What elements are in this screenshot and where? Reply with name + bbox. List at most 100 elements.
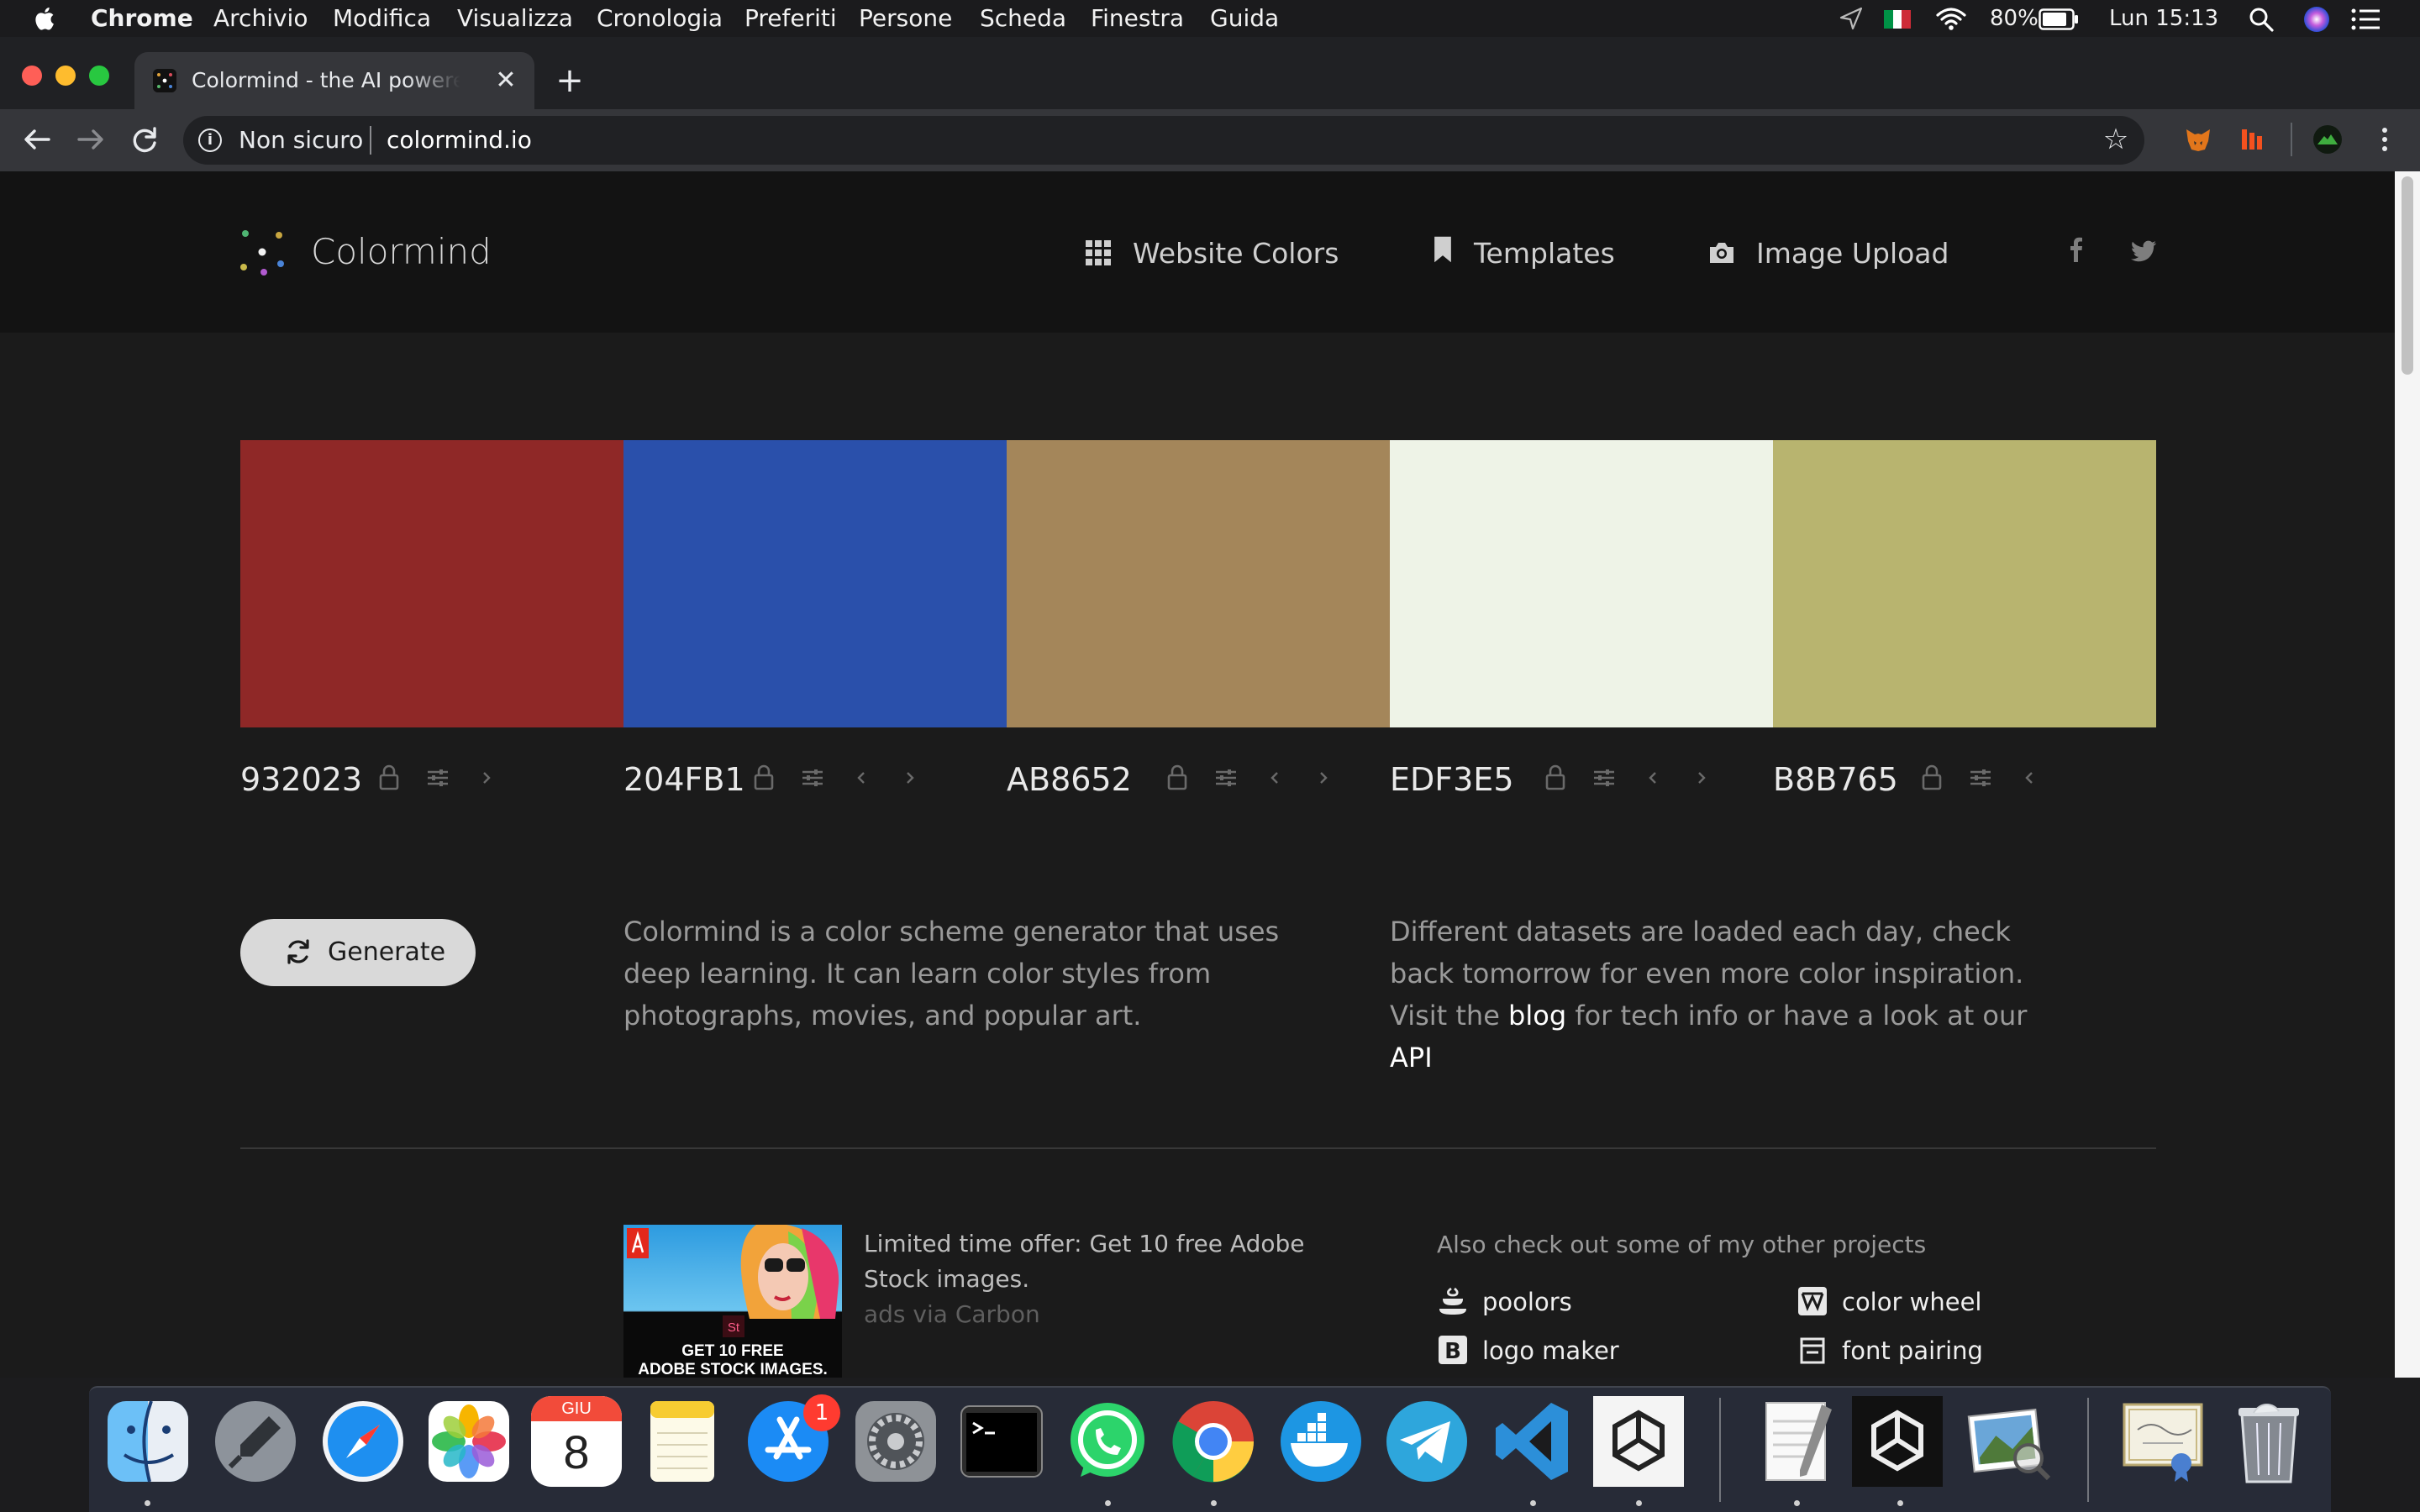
unity-hub-icon[interactable] [1593,1396,1684,1487]
palette-swatch-5[interactable] [1773,440,2156,727]
reload-icon[interactable] [126,121,163,158]
adjust-sliders-icon[interactable] [1591,763,1617,793]
bookmark-star-icon[interactable]: ☆ [2101,124,2131,155]
lock-icon[interactable] [376,763,402,793]
chrome-icon[interactable] [1168,1396,1259,1487]
vscode-icon[interactable] [1487,1396,1578,1487]
nav-templates[interactable]: Templates [1474,235,1615,272]
menu-modifica[interactable]: Modifica [333,5,431,32]
api-link[interactable]: API [1390,1042,1433,1074]
palette-hex-2[interactable]: 204FB1 [623,759,745,800]
security-label[interactable]: Non sicuro [239,127,363,154]
site-logo-text[interactable]: Colormind [311,230,492,274]
palette-hex-4[interactable]: EDF3E5 [1390,759,1514,800]
grid-icon[interactable] [1084,239,1113,267]
palette-hex-3[interactable]: AB8652 [1007,759,1132,800]
chrome-menu-icon[interactable] [2370,124,2400,155]
facebook-icon[interactable] [2062,235,2091,264]
italian-flag-icon[interactable] [1884,10,1911,29]
font-pairing-icon[interactable] [1797,1334,1828,1366]
chevron-left-icon[interactable] [849,763,874,793]
chevron-right-icon[interactable] [1311,763,1336,793]
whatsapp-icon[interactable] [1062,1396,1153,1487]
menubar-clock[interactable]: Lun 15:13 [2109,5,2218,32]
chevron-right-icon[interactable] [1689,763,1714,793]
chevron-left-icon[interactable] [1262,763,1287,793]
palette-swatch-2[interactable] [623,440,1007,727]
generate-button[interactable]: Generate [240,919,476,986]
nav-website-colors[interactable]: Website Colors [1133,235,1339,272]
menu-guida[interactable]: Guida [1210,5,1279,32]
photos-icon[interactable] [424,1396,514,1487]
siri-icon[interactable] [2302,5,2331,34]
tab-close-icon[interactable]: ✕ [491,66,521,96]
menu-finestra[interactable]: Finestra [1091,5,1184,32]
palette-swatch-3[interactable] [1007,440,1390,727]
chevron-right-icon[interactable] [474,763,499,793]
launchpad-icon[interactable] [210,1396,301,1487]
menu-preferiti[interactable]: Preferiti [744,5,837,32]
back-arrow-icon[interactable] [18,121,55,158]
logo-maker-icon[interactable]: B [1437,1334,1469,1366]
palette-hex-5[interactable]: B8B765 [1773,759,1898,800]
project-logo-maker[interactable]: logo maker [1482,1334,1619,1368]
project-font-pairing[interactable]: font pairing [1842,1334,1983,1368]
preview-icon[interactable] [1963,1396,2054,1487]
telegram-icon[interactable] [1381,1396,1472,1487]
wifi-icon[interactable] [1934,5,1968,32]
terminal-icon[interactable] [956,1396,1047,1487]
menu-app-name[interactable]: Chrome [91,5,193,32]
browser-tab[interactable]: Colormind - the AI powered color palette… [134,52,534,109]
color-wheel-icon[interactable] [1797,1285,1828,1317]
location-icon[interactable] [1839,7,1864,30]
palette-hex-1[interactable]: 932023 [240,759,362,800]
menu-visualizza[interactable]: Visualizza [457,5,573,32]
bookmark-icon[interactable] [1428,235,1457,264]
profile-avatar-icon[interactable] [2312,124,2343,155]
window-close-button[interactable] [22,66,42,86]
adjust-sliders-icon[interactable] [1968,763,1993,793]
ad-via-carbon[interactable]: ads via Carbon [864,1297,1040,1332]
lock-icon[interactable] [1543,763,1568,793]
address-bar[interactable]: i Non sicuro colormind.io ☆ [183,116,2144,165]
window-minimize-button[interactable] [55,66,76,86]
docker-icon[interactable] [1276,1396,1366,1487]
menu-cronologia[interactable]: Cronologia [597,5,723,32]
lock-icon[interactable] [751,763,776,793]
notes-icon[interactable] [637,1396,728,1487]
new-tab-button[interactable]: + [551,62,588,99]
safari-icon[interactable] [318,1396,408,1487]
ad-text[interactable]: Limited time offer: Get 10 free Adobe St… [864,1226,1334,1297]
notification-center-icon[interactable] [2351,8,2381,30]
twitter-icon[interactable] [2129,237,2158,265]
textedit-icon[interactable] [1751,1396,1842,1487]
lock-icon[interactable] [1165,763,1190,793]
palette-swatch-1[interactable] [240,440,623,727]
adjust-sliders-icon[interactable] [1213,763,1239,793]
lock-icon[interactable] [1919,763,1944,793]
adjust-sliders-icon[interactable] [800,763,825,793]
forward-arrow-icon[interactable] [72,121,109,158]
url-text[interactable]: colormind.io [387,127,532,154]
menu-archivio[interactable]: Archivio [213,5,308,32]
unity-editor-icon[interactable] [1852,1396,1943,1487]
chevron-left-icon[interactable] [1640,763,1665,793]
battery-icon[interactable] [2039,8,2079,30]
metamask-extension-icon[interactable] [2183,124,2213,155]
palette-swatch-4[interactable] [1390,440,1773,727]
poolors-icon[interactable] [1437,1285,1469,1317]
calendar-icon[interactable]: GIU 8 [531,1396,622,1487]
camera-icon[interactable] [1707,239,1736,267]
trash-icon[interactable] [2223,1396,2314,1487]
adjust-sliders-icon[interactable] [425,763,450,793]
scrollbar-thumb[interactable] [2402,176,2413,375]
chevron-left-icon[interactable] [2017,763,2042,793]
carbon-ad-image[interactable]: St GET 10 FREE ADOBE STOCK IMAGES. [623,1225,842,1378]
system-preferences-icon[interactable] [850,1396,941,1487]
window-zoom-button[interactable] [89,66,109,86]
finder-icon[interactable] [103,1396,193,1487]
page-scrollbar[interactable] [2395,171,2420,1378]
menu-scheda[interactable]: Scheda [980,5,1066,32]
project-poolors[interactable]: poolors [1482,1285,1572,1319]
project-color-wheel[interactable]: color wheel [1842,1285,1981,1319]
